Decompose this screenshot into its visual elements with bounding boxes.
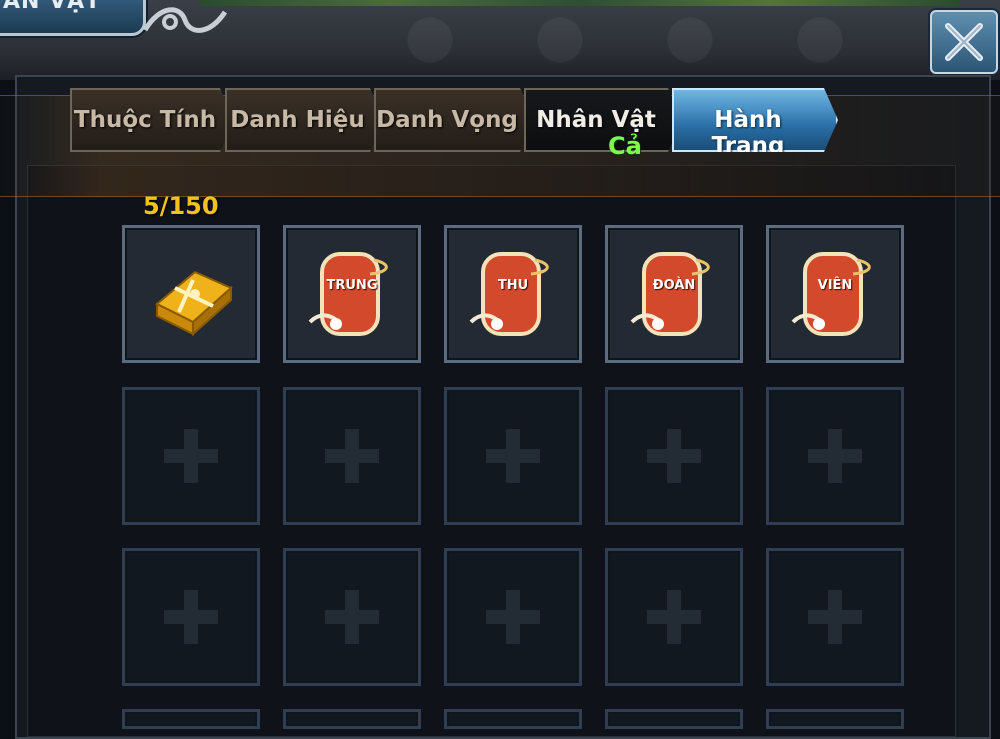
inventory-slot-empty[interactable] (605, 709, 743, 729)
plus-icon (486, 590, 540, 644)
card-label: VIÊN (817, 278, 853, 293)
inventory-slot-empty[interactable] (766, 387, 904, 525)
inventory-count: 5/150 (143, 192, 219, 220)
plus-icon (325, 590, 379, 644)
inventory-slot-empty[interactable] (605, 548, 743, 686)
tab-label: Hành Trang (711, 107, 785, 159)
plus-icon (164, 429, 218, 483)
close-x-icon (945, 23, 983, 61)
inventory-slot-card-vien[interactable]: VIÊN (766, 225, 904, 363)
inventory-slot-empty[interactable] (766, 548, 904, 686)
tab-nhan-vat[interactable]: Nhân Vật (524, 88, 682, 152)
red-card-icon (308, 252, 388, 336)
tab-thuoc-tinh[interactable]: Thuộc Tính (70, 88, 234, 152)
inventory-slot-card-trung[interactable]: TRUNG (283, 225, 421, 363)
close-button[interactable] (930, 10, 998, 74)
tab-label: Nhân Vật (536, 107, 656, 133)
inventory-slot-empty[interactable] (122, 548, 260, 686)
inventory-slot-card-doan[interactable]: ĐOÀN (605, 225, 743, 363)
inventory-slot-empty[interactable] (122, 387, 260, 525)
plus-icon (164, 590, 218, 644)
card-label: ĐOÀN (652, 278, 696, 293)
plus-icon (808, 429, 862, 483)
left-edge-arrow (0, 130, 10, 160)
inventory-slot-empty[interactable] (283, 387, 421, 525)
inventory-slot-empty[interactable] (605, 387, 743, 525)
inventory-slot-empty[interactable] (444, 548, 582, 686)
tab-hanh-trang[interactable]: Hành Trang (672, 88, 838, 152)
plus-icon (325, 429, 379, 483)
ornament-icon (142, 7, 228, 33)
scene-strip (200, 0, 960, 6)
tab-label: Danh Vọng (376, 107, 518, 133)
inventory-slot-empty[interactable] (283, 548, 421, 686)
plus-icon (486, 429, 540, 483)
window-title: ÂN VẬT (3, 0, 102, 14)
inventory-slot-empty[interactable] (444, 387, 582, 525)
inventory-slot-gift-box[interactable] (122, 225, 260, 363)
plus-icon (647, 590, 701, 644)
plus-icon (647, 429, 701, 483)
window-title-badge: ÂN VẬT (0, 0, 146, 36)
tab-sublabel: Cả (608, 132, 642, 160)
red-card-icon (469, 252, 549, 336)
tab-danh-vong[interactable]: Danh Vọng (374, 88, 534, 152)
card-label: THU (497, 278, 529, 293)
red-card-icon (791, 252, 871, 336)
tab-danh-hieu[interactable]: Danh Hiệu (225, 88, 384, 152)
card-label: TRUNG (326, 278, 378, 293)
inventory-slot-empty[interactable] (766, 709, 904, 729)
gift-box-icon (155, 270, 233, 337)
plus-icon (808, 590, 862, 644)
inventory-slot-empty[interactable] (444, 709, 582, 729)
red-card-icon (630, 252, 710, 336)
inventory-slot-empty[interactable] (283, 709, 421, 729)
inventory-slot-empty[interactable] (122, 709, 260, 729)
tab-label: Danh Hiệu (230, 107, 365, 133)
inventory-slot-card-thu[interactable]: THU (444, 225, 582, 363)
tab-label: Thuộc Tính (73, 107, 217, 133)
